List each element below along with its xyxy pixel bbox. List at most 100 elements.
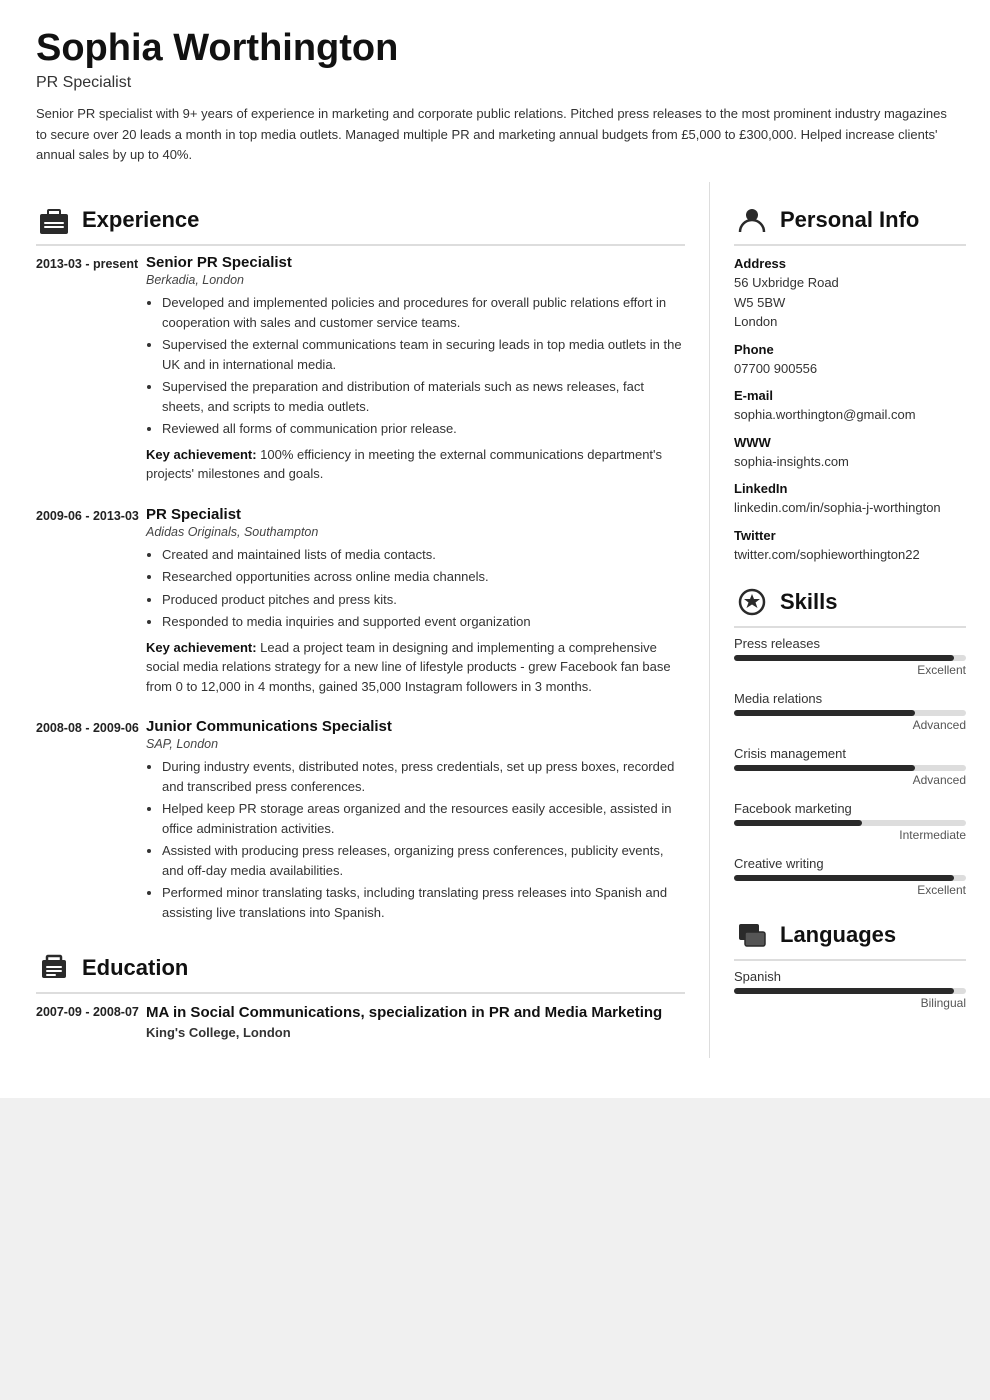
- skill-item: Facebook marketing Intermediate: [734, 801, 966, 842]
- exp-bullets: During industry events, distributed note…: [146, 757, 685, 922]
- info-block: Address 56 Uxbridge RoadW5 5BWLondon: [734, 256, 966, 332]
- key-achievement: Key achievement: Lead a project team in …: [146, 638, 685, 697]
- bullet-item: Helped keep PR storage areas organized a…: [162, 799, 685, 838]
- experience-entry: 2009-06 - 2013-03 PR Specialist Adidas O…: [36, 506, 685, 697]
- skill-bar-fill: [734, 655, 954, 661]
- education-icon: [36, 950, 72, 986]
- skill-bar-fill: [734, 765, 915, 771]
- exp-body: Senior PR Specialist Berkadia, London De…: [146, 254, 685, 484]
- personal-info-icon: [734, 202, 770, 238]
- info-label: E-mail: [734, 388, 966, 403]
- edu-body: MA in Social Communications, specializat…: [146, 1002, 662, 1040]
- bullet-item: Researched opportunities across online m…: [162, 567, 685, 587]
- exp-company: Berkadia, London: [146, 273, 685, 287]
- skill-name: Media relations: [734, 691, 966, 706]
- key-achievement: Key achievement: 100% efficiency in meet…: [146, 445, 685, 484]
- skills-list: Press releases Excellent Media relations…: [734, 636, 966, 897]
- info-block: Phone 07700 900556: [734, 342, 966, 379]
- skill-bar-fill: [734, 820, 862, 826]
- skill-item: Media relations Advanced: [734, 691, 966, 732]
- exp-body: Junior Communications Specialist SAP, Lo…: [146, 718, 685, 928]
- personal-info-block: Address 56 Uxbridge RoadW5 5BWLondon Pho…: [734, 256, 966, 564]
- exp-company: Adidas Originals, Southampton: [146, 525, 685, 539]
- candidate-title: PR Specialist: [36, 74, 954, 92]
- info-value: sophia-insights.com: [734, 452, 966, 472]
- bullet-item: Created and maintained lists of media co…: [162, 545, 685, 565]
- experience-heading: Experience: [82, 207, 199, 233]
- skill-level-label: Intermediate: [734, 828, 966, 842]
- bullet-item: Supervised the external communications t…: [162, 335, 685, 374]
- exp-body: PR Specialist Adidas Originals, Southamp…: [146, 506, 685, 697]
- experience-icon: [36, 202, 72, 238]
- language-level-label: Bilingual: [734, 996, 966, 1010]
- personal-info-heading: Personal Info: [780, 207, 919, 233]
- main-content: Experience 2013-03 - present Senior PR S…: [0, 182, 990, 1098]
- education-heading: Education: [82, 955, 188, 981]
- skill-item: Creative writing Excellent: [734, 856, 966, 897]
- resume-wrapper: Sophia Worthington PR Specialist Senior …: [0, 0, 990, 1098]
- experience-entry: 2008-08 - 2009-06 Junior Communications …: [36, 718, 685, 928]
- bullet-item: During industry events, distributed note…: [162, 757, 685, 796]
- info-value: linkedin.com/in/sophia-j-worthington: [734, 498, 966, 518]
- skill-level-label: Advanced: [734, 718, 966, 732]
- skill-level-label: Advanced: [734, 773, 966, 787]
- skill-level-label: Excellent: [734, 663, 966, 677]
- skill-bar-fill: [734, 710, 915, 716]
- left-column: Experience 2013-03 - present Senior PR S…: [0, 182, 710, 1058]
- exp-company: SAP, London: [146, 737, 685, 751]
- bullet-item: Assisted with producing press releases, …: [162, 841, 685, 880]
- exp-bullets: Developed and implemented policies and p…: [146, 293, 685, 439]
- language-bar-bg: [734, 988, 966, 994]
- skill-bar-bg: [734, 655, 966, 661]
- info-value: 07700 900556: [734, 359, 966, 379]
- info-block: WWW sophia-insights.com: [734, 435, 966, 472]
- languages-list: Spanish Bilingual: [734, 969, 966, 1010]
- edu-dates: 2007-09 - 2008-07: [36, 1002, 146, 1040]
- resume-header: Sophia Worthington PR Specialist Senior …: [0, 0, 990, 182]
- skill-level-label: Excellent: [734, 883, 966, 897]
- languages-heading: Languages: [780, 922, 896, 948]
- language-bar-fill: [734, 988, 954, 994]
- info-block: E-mail sophia.worthington@gmail.com: [734, 388, 966, 425]
- language-name: Spanish: [734, 969, 966, 984]
- skills-heading: Skills: [780, 589, 837, 615]
- skill-name: Creative writing: [734, 856, 966, 871]
- skill-bar-bg: [734, 765, 966, 771]
- info-label: Phone: [734, 342, 966, 357]
- info-label: Twitter: [734, 528, 966, 543]
- exp-title: Junior Communications Specialist: [146, 718, 685, 735]
- skill-bar-bg: [734, 875, 966, 881]
- right-column: Personal Info Address 56 Uxbridge RoadW5…: [710, 182, 990, 1058]
- languages-icon: [734, 917, 770, 953]
- info-value: sophia.worthington@gmail.com: [734, 405, 966, 425]
- edu-school: King's College, London: [146, 1025, 662, 1040]
- info-label: LinkedIn: [734, 481, 966, 496]
- languages-section-heading: Languages: [734, 917, 966, 961]
- skill-item: Crisis management Advanced: [734, 746, 966, 787]
- edu-degree: MA in Social Communications, specializat…: [146, 1002, 662, 1023]
- bullet-item: Reviewed all forms of communication prio…: [162, 419, 685, 439]
- exp-dates: 2008-08 - 2009-06: [36, 718, 146, 928]
- bullet-item: Produced product pitches and press kits.: [162, 590, 685, 610]
- skill-item: Press releases Excellent: [734, 636, 966, 677]
- skill-name: Facebook marketing: [734, 801, 966, 816]
- info-block: LinkedIn linkedin.com/in/sophia-j-worthi…: [734, 481, 966, 518]
- bullet-item: Performed minor translating tasks, inclu…: [162, 883, 685, 922]
- info-label: WWW: [734, 435, 966, 450]
- bullet-item: Responded to media inquiries and support…: [162, 612, 685, 632]
- education-list: 2007-09 - 2008-07 MA in Social Communica…: [36, 1002, 685, 1040]
- exp-dates: 2009-06 - 2013-03: [36, 506, 146, 697]
- skill-bar-bg: [734, 820, 966, 826]
- skill-name: Press releases: [734, 636, 966, 651]
- skill-name: Crisis management: [734, 746, 966, 761]
- bullet-item: Developed and implemented policies and p…: [162, 293, 685, 332]
- language-item: Spanish Bilingual: [734, 969, 966, 1010]
- experience-section-heading: Experience: [36, 202, 685, 246]
- info-value: twitter.com/sophieworthington22: [734, 545, 966, 565]
- experience-list: 2013-03 - present Senior PR Specialist B…: [36, 254, 685, 928]
- skill-bar-fill: [734, 875, 954, 881]
- skills-section-heading: Skills: [734, 584, 966, 628]
- skills-icon: [734, 584, 770, 620]
- skill-bar-bg: [734, 710, 966, 716]
- exp-title: Senior PR Specialist: [146, 254, 685, 271]
